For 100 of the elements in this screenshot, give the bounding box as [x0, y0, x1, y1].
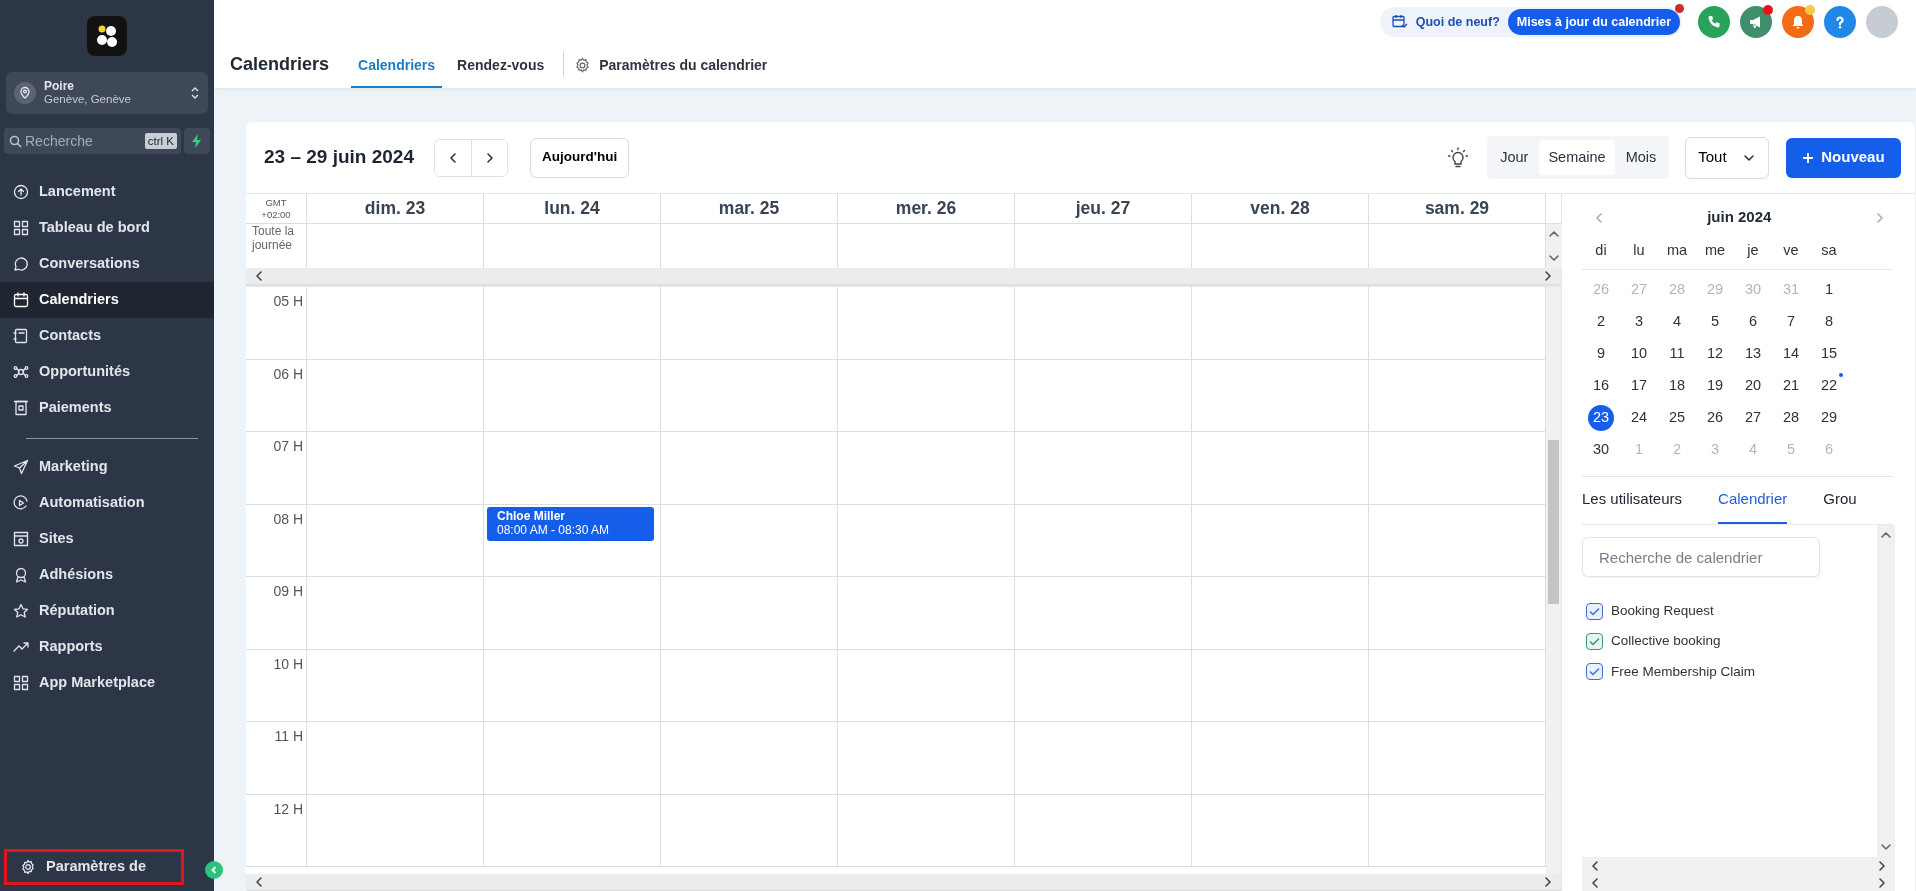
location-switcher[interactable]: Poire Genève, Genève	[6, 72, 208, 114]
nav-item[interactable]: Calendriers	[0, 282, 214, 318]
calendar-search-field[interactable]: Recherche de calendrier	[1582, 537, 1820, 577]
calendar-icon	[13, 292, 29, 308]
nav-item[interactable]: Sites	[0, 521, 214, 557]
day-header: lun. 24	[484, 194, 661, 223]
calendar-day[interactable]: 14	[1778, 341, 1804, 367]
calendar-day[interactable]: 19	[1702, 373, 1728, 399]
phone-button[interactable]	[1698, 6, 1730, 38]
nav-item[interactable]: Opportunités	[0, 354, 214, 390]
scrollbar[interactable]	[1876, 525, 1895, 857]
date-range: 23 – 29 juin 2024	[264, 145, 414, 170]
collapse-button[interactable]	[205, 861, 223, 879]
calendar-day[interactable]: 3	[1626, 309, 1652, 335]
calendar-day[interactable]: 12	[1702, 341, 1728, 367]
search-icon	[9, 135, 22, 148]
whats-new-pill[interactable]: Quoi de neuf? Mises à jour du calendrier	[1379, 7, 1682, 37]
calendar-day[interactable]: 26	[1702, 405, 1728, 431]
today-button[interactable]: Aujourd'hui	[530, 137, 630, 178]
timezone-offset: +02:00	[260, 208, 292, 221]
event-block[interactable]: Chloe Miller 08:00 AM - 08:30 AM	[487, 506, 654, 541]
hour-label: 09 H	[246, 577, 307, 649]
updown-chevron-icon	[190, 86, 200, 100]
calendar-day[interactable]: 30	[1588, 437, 1614, 463]
calendar-day[interactable]: 11	[1664, 341, 1690, 367]
scrollbar-thumb[interactable]	[1548, 439, 1559, 604]
weekday-label: me	[1703, 241, 1727, 260]
lightbulb-icon[interactable]	[1447, 146, 1470, 169]
nav-item[interactable]: App Marketplace	[0, 665, 214, 701]
lightning-button[interactable]	[184, 128, 210, 154]
calendar-day[interactable]: 8	[1816, 309, 1842, 335]
nav-item[interactable]: Adhésions	[0, 557, 214, 593]
panel-tab[interactable]: Calendrier	[1718, 477, 1788, 524]
calendar-day[interactable]: 9	[1588, 341, 1614, 367]
scrollbar[interactable]	[1546, 224, 1562, 268]
time-slot[interactable]: Chloe Miller 08:00 AM - 08:30 AM	[484, 504, 661, 576]
calendar-day[interactable]: 18	[1664, 373, 1690, 399]
next-button[interactable]	[471, 139, 507, 176]
nav-item[interactable]: Automatisation	[0, 485, 214, 521]
nav-item[interactable]: Rapports	[0, 629, 214, 665]
calendar-day[interactable]: 27	[1740, 405, 1766, 431]
panel-tab[interactable]: Grou	[1823, 477, 1857, 524]
weekday-label: di	[1594, 241, 1608, 260]
calendar-day[interactable]: 17	[1626, 373, 1652, 399]
scrollbar[interactable]	[246, 874, 1561, 891]
calendar-day[interactable]: 4	[1664, 309, 1690, 335]
chevron-left-icon	[209, 865, 219, 875]
calendar-day[interactable]: 23	[1588, 405, 1614, 431]
nav-item[interactable]: Réputation	[0, 593, 214, 629]
calendar-day[interactable]: 6	[1740, 309, 1766, 335]
calendar-settings-link[interactable]: Paramètres du calendrier	[574, 44, 768, 88]
filter-dropdown[interactable]: Tout	[1685, 136, 1770, 179]
calendar-day[interactable]: 5	[1702, 309, 1728, 335]
header-tab[interactable]: Calendriers	[351, 44, 443, 88]
calendar-day[interactable]: 22	[1816, 373, 1842, 399]
checkbox[interactable]	[1586, 632, 1603, 650]
header-tab[interactable]: Rendez-vous	[450, 44, 552, 88]
nav-item[interactable]: Lancement	[0, 174, 214, 210]
calendar-day[interactable]: 20	[1740, 373, 1766, 399]
checkbox[interactable]	[1586, 602, 1603, 620]
calendar-day[interactable]: 24	[1626, 405, 1652, 431]
calendar-day[interactable]: 28	[1778, 405, 1804, 431]
calendar-day[interactable]: 16	[1588, 373, 1614, 399]
day-header: dim. 23	[307, 194, 484, 223]
calendar-name: Free Membership Claim	[1611, 662, 1756, 681]
view-toggle[interactable]: Jour	[1491, 139, 1538, 176]
nav-item[interactable]: Conversations	[0, 246, 214, 282]
paper-plane-icon	[13, 459, 29, 475]
view-toggle[interactable]: Semaine	[1539, 139, 1615, 176]
panel-tab[interactable]: Les utilisateurs	[1582, 477, 1683, 524]
calendar-day[interactable]: 10	[1626, 341, 1652, 367]
timezone-label: GMT	[264, 196, 288, 209]
nav-item[interactable]: Paiements	[0, 390, 214, 426]
calendar-day[interactable]: 2	[1588, 309, 1614, 335]
calendar-day[interactable]: 1	[1816, 277, 1842, 303]
scrollbar[interactable]	[1582, 857, 1895, 891]
scrollbar[interactable]	[1546, 287, 1561, 874]
day-header: jeu. 27	[1015, 194, 1192, 223]
new-button[interactable]: Nouveau	[1786, 137, 1901, 178]
calendar-day[interactable]: 25	[1664, 405, 1690, 431]
user-avatar[interactable]	[1866, 6, 1898, 38]
calendar-day[interactable]: 15	[1816, 341, 1842, 367]
calendar-updates-badge[interactable]: Mises à jour du calendrier	[1507, 8, 1680, 36]
calendar-day[interactable]: 21	[1778, 373, 1804, 399]
megaphone-button[interactable]	[1740, 6, 1772, 38]
settings-link[interactable]: Paramètres de	[4, 849, 184, 885]
nav-item[interactable]: Tableau de bord	[0, 210, 214, 246]
location-name: Poire	[44, 79, 75, 93]
bell-button[interactable]	[1782, 6, 1814, 38]
help-button[interactable]	[1824, 6, 1856, 38]
nav-item[interactable]: Contacts	[0, 318, 214, 354]
checkbox[interactable]	[1586, 663, 1603, 681]
calendar-day[interactable]: 7	[1778, 309, 1804, 335]
gear-icon	[20, 859, 36, 875]
scrollbar[interactable]	[246, 268, 1561, 285]
calendar-day[interactable]: 13	[1740, 341, 1766, 367]
nav-item[interactable]: Marketing	[0, 449, 214, 485]
view-toggle[interactable]: Mois	[1616, 139, 1666, 176]
calendar-day[interactable]: 29	[1816, 405, 1842, 431]
location-pin-icon	[18, 86, 32, 100]
